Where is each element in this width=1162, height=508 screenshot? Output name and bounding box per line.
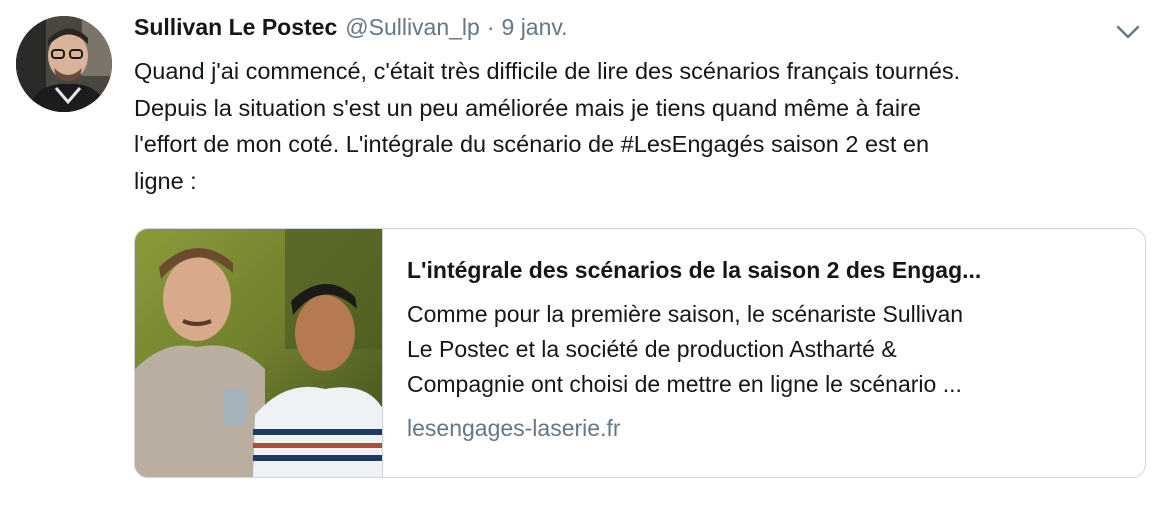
card-image[interactable] xyxy=(135,229,383,477)
header-separator: · xyxy=(486,14,495,40)
avatar-image xyxy=(16,16,112,112)
tweet-text: Quand j'ai commencé, c'était très diffic… xyxy=(134,53,1146,199)
tweet-text-segment: l'effort de mon coté. L'intégrale du scé… xyxy=(134,131,621,157)
tweet: Sullivan Le Postec @Sullivan_lp · 9 janv… xyxy=(0,0,1162,508)
card-domain[interactable]: lesengages-laserie.fr xyxy=(407,412,1127,444)
card-description-line: Compagnie ont choisi de mettre en ligne … xyxy=(407,371,962,397)
card-description-line: Comme pour la première saison, le scénar… xyxy=(407,301,964,327)
card-description-line: Le Postec et la société de production As… xyxy=(407,336,897,362)
tweet-header: Sullivan Le Postec @Sullivan_lp · 9 janv… xyxy=(134,14,568,48)
tweet-text-line: Quand j'ai commencé, c'était très diffic… xyxy=(134,58,961,84)
link-card[interactable]: L'intégrale des scénarios de la saison 2… xyxy=(134,228,1146,478)
avatar[interactable] xyxy=(16,16,112,112)
card-title[interactable]: L'intégrale des scénarios de la saison 2… xyxy=(407,253,1127,287)
tweet-timestamp[interactable]: 9 janv. xyxy=(502,14,568,41)
chevron-down-icon[interactable] xyxy=(1114,22,1142,42)
hashtag-link[interactable]: #LesEngagés xyxy=(621,131,765,157)
tweet-text-line: l'effort de mon coté. L'intégrale du scé… xyxy=(134,126,1146,163)
tweet-text-segment: saison 2 est en xyxy=(764,131,930,157)
author-handle[interactable]: @Sullivan_lp xyxy=(345,14,480,41)
card-body: L'intégrale des scénarios de la saison 2… xyxy=(407,253,1127,444)
card-description: Comme pour la première saison, le scénar… xyxy=(407,297,1127,402)
tweet-text-line: Depuis la situation s'est un peu amélior… xyxy=(134,94,921,121)
author-name[interactable]: Sullivan Le Postec xyxy=(134,14,337,41)
tweet-text-line: ligne : xyxy=(134,167,197,194)
